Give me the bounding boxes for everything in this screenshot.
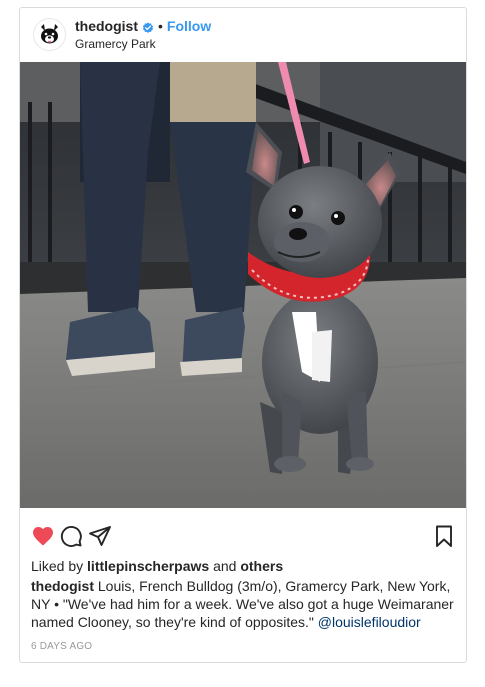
post-header: thedogist • Follow Gramercy Park bbox=[20, 8, 466, 62]
username-link[interactable]: thedogist bbox=[75, 18, 138, 35]
header-line: thedogist • Follow bbox=[75, 18, 211, 35]
comment-icon[interactable] bbox=[59, 524, 85, 550]
separator-dot: • bbox=[158, 18, 163, 34]
caption-mention-link[interactable]: @louislefiloudior bbox=[318, 614, 421, 630]
likes-prefix: Liked by bbox=[31, 558, 84, 574]
caption-username-link[interactable]: thedogist bbox=[31, 578, 94, 594]
post-caption: thedogist Louis, French Bulldog (3m/o), … bbox=[31, 577, 455, 631]
instagram-post: thedogist • Follow Gramercy Park Liked b… bbox=[19, 7, 467, 663]
follow-button[interactable]: Follow bbox=[167, 18, 211, 35]
likes-summary: Liked by littlepinscherpaws and others bbox=[31, 557, 283, 575]
verified-badge-icon bbox=[142, 21, 154, 33]
french-bulldog-photo bbox=[20, 62, 466, 508]
post-timestamp[interactable]: 6 DAYS AGO bbox=[31, 641, 92, 652]
post-photo[interactable] bbox=[20, 62, 466, 508]
heart-filled-icon[interactable] bbox=[31, 524, 57, 550]
dog-face-icon bbox=[34, 19, 65, 50]
likes-joiner: and bbox=[213, 558, 237, 574]
bookmark-icon[interactable] bbox=[432, 524, 458, 550]
likes-others-link[interactable]: others bbox=[240, 558, 283, 574]
location-link[interactable]: Gramercy Park bbox=[75, 37, 156, 51]
action-bar bbox=[20, 518, 466, 558]
avatar[interactable] bbox=[33, 18, 66, 51]
paper-plane-icon[interactable] bbox=[88, 524, 114, 550]
liker-username-link[interactable]: littlepinscherpaws bbox=[87, 558, 209, 574]
